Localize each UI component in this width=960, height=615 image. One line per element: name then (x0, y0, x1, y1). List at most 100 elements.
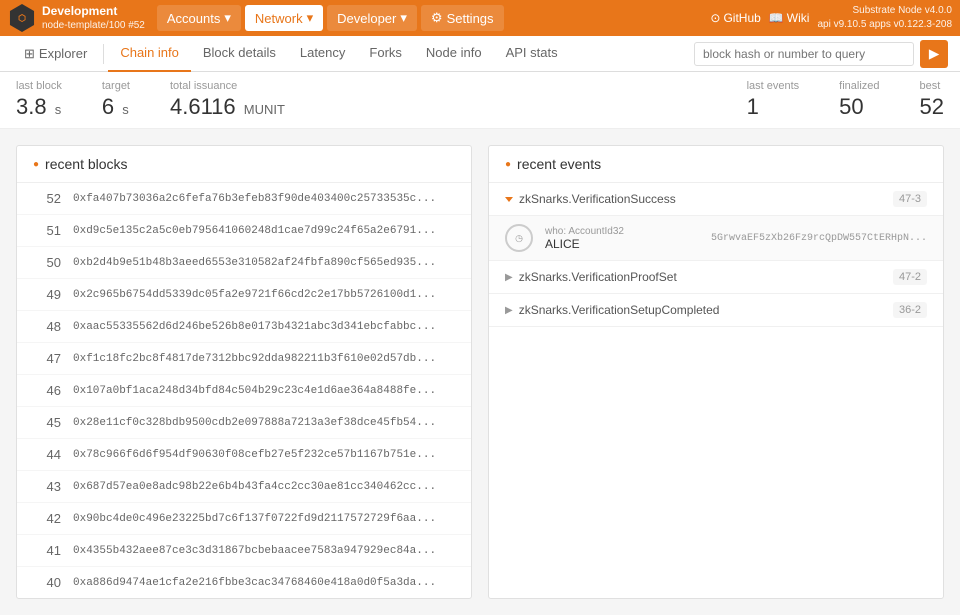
block-hash: 0xfa407b73036a2c6fefa76b3efeb83f90de4034… (73, 193, 436, 205)
tab-block-details[interactable]: Block details (191, 36, 288, 72)
table-row[interactable]: 45 0x28e11cf0c328bdb9500cdb2e097888a7213… (17, 407, 471, 439)
event-name: zkSnarks.VerificationSuccess (519, 192, 893, 206)
tab-node-info[interactable]: Node info (414, 36, 494, 72)
network-button[interactable]: Network ▾ (245, 5, 323, 31)
top-nav: ⬡ Development node-template/100 #52 Acco… (0, 0, 960, 36)
table-row[interactable]: 43 0x687d57ea0e8adc98b22e6b4b43fa4cc2cc3… (17, 471, 471, 503)
block-number: 51 (33, 223, 61, 238)
tab-forks[interactable]: Forks (357, 36, 414, 72)
table-row[interactable]: 51 0xd9c5e135c2a5c0eb795641060248d1cae7d… (17, 215, 471, 247)
settings-button[interactable]: ⚙ Settings (421, 5, 504, 31)
block-hash: 0x2c965b6754dd5339dc05fa2e9721f66cd2c2e1… (73, 289, 436, 301)
divider (103, 44, 104, 64)
gear-icon: ⚙ (431, 10, 443, 26)
blocks-panel-title: recent blocks (45, 156, 127, 172)
arrow-right-icon: ▶ (929, 46, 939, 62)
chevron-down-icon: ▾ (307, 10, 314, 26)
stat-target: target 6 s (102, 80, 130, 120)
table-row[interactable]: 49 0x2c965b6754dd5339dc05fa2e9721f66cd2c… (17, 279, 471, 311)
events-panel-title: recent events (517, 156, 601, 172)
stat-total-issuance: total issuance 4.6116 MUNIT (170, 80, 285, 120)
search-input[interactable] (694, 42, 914, 66)
event-name: zkSnarks.VerificationProofSet (519, 270, 893, 284)
event-address: 5GrwvaEF5zXb26Fz9rcQpDW557CtERHpN... (711, 233, 927, 244)
event-detail: ◷ who: AccountId32 ALICE 5GrwvaEF5zXb26F… (489, 215, 943, 260)
table-row[interactable]: 50 0xb2d4b9e51b48b3aeed6553e310582af24fb… (17, 247, 471, 279)
events-list: zkSnarks.VerificationSuccess47-3 ◷ who: … (489, 183, 943, 327)
stat-best: best 52 (920, 80, 944, 120)
table-row[interactable]: 44 0x78c966f6d6f954df90630f08cefb27e5f23… (17, 439, 471, 471)
stat-last-block: last block 3.8 s (16, 80, 62, 120)
table-row[interactable]: 48 0xaac55335562d6d246be526b8e0173b4321a… (17, 311, 471, 343)
block-number: 42 (33, 511, 61, 526)
block-number: 49 (33, 287, 61, 302)
events-panel: ● recent events zkSnarks.VerificationSuc… (488, 145, 944, 599)
tab-explorer[interactable]: ⊞ Explorer (12, 38, 99, 70)
tab-chain-info[interactable]: Chain info (108, 36, 191, 72)
wiki-link[interactable]: 📖 Wiki (769, 11, 810, 25)
list-item: zkSnarks.VerificationSuccess47-3 ◷ who: … (489, 183, 943, 261)
tab-api-stats[interactable]: API stats (494, 36, 570, 72)
block-number: 47 (33, 351, 61, 366)
block-number: 45 (33, 415, 61, 430)
search-button[interactable]: ▶ (920, 40, 948, 68)
block-number: 41 (33, 543, 61, 558)
block-number: 43 (33, 479, 61, 494)
node-label: node-template/100 #52 (42, 19, 145, 32)
stats-bar: last block 3.8 s target 6 s total issuan… (0, 72, 960, 129)
stats-right: last events 1 finalized 50 best 52 (747, 80, 944, 120)
github-link[interactable]: ⊙ GitHub (710, 11, 760, 25)
block-hash: 0xd9c5e135c2a5c0eb795641060248d1cae7d99c… (73, 225, 436, 237)
block-hash: 0xa886d9474ae1cfa2e216fbbe3cac34768460e4… (73, 577, 436, 589)
event-row[interactable]: zkSnarks.VerificationSuccess47-3 (489, 183, 943, 215)
event-name: zkSnarks.VerificationSetupCompleted (519, 303, 893, 317)
block-hash: 0x78c966f6d6f954df90630f08cefb27e5f232ce… (73, 449, 436, 461)
developer-button[interactable]: Developer ▾ (327, 5, 417, 31)
block-hash: 0x4355b432aee87ce3c3d31867bcbebaacee7583… (73, 545, 436, 557)
block-number: 48 (33, 319, 61, 334)
avatar: ◷ (505, 224, 533, 252)
event-alice-label: ALICE (545, 237, 699, 251)
search-area: ▶ (694, 40, 948, 68)
block-hash: 0x90bc4de0c496e23225bd7c6f137f0722fd9d21… (73, 513, 436, 525)
chevron-right-icon: ▶ (505, 305, 513, 316)
event-row[interactable]: ▶zkSnarks.VerificationProofSet47-2 (489, 261, 943, 293)
stat-finalized: finalized 50 (839, 80, 879, 120)
sub-nav: ⊞ Explorer Chain info Block details Late… (0, 36, 960, 72)
list-item: ▶zkSnarks.VerificationSetupCompleted36-2 (489, 294, 943, 327)
main-content: ● recent blocks 52 0xfa407b73036a2c6fefa… (0, 129, 960, 615)
version-info: Substrate Node v4.0.0 api v9.10.5 apps v… (817, 4, 952, 32)
grid-icon: ⊞ (24, 46, 35, 62)
table-row[interactable]: 52 0xfa407b73036a2c6fefa76b3efeb83f90de4… (17, 183, 471, 215)
block-number: 44 (33, 447, 61, 462)
chevron-right-icon: ▶ (505, 272, 513, 283)
accounts-button[interactable]: Accounts ▾ (157, 5, 241, 31)
block-number: 40 (33, 575, 61, 590)
table-row[interactable]: 47 0xf1c18fc2bc8f4817de7312bbc92dda98221… (17, 343, 471, 375)
status-dot: ● (33, 159, 39, 170)
block-hash: 0xaac55335562d6d246be526b8e0173b4321abc3… (73, 321, 436, 333)
stat-last-events: last events 1 (747, 80, 800, 120)
blocks-panel-header: ● recent blocks (17, 146, 471, 183)
table-row[interactable]: 46 0x107a0bf1aca248d34bfd84c504b29c23c4e… (17, 375, 471, 407)
chevron-down-icon (505, 197, 513, 202)
block-hash: 0x687d57ea0e8adc98b22e6b4b43fa4cc2cc30ae… (73, 481, 436, 493)
events-panel-header: ● recent events (489, 146, 943, 183)
block-number: 46 (33, 383, 61, 398)
table-row[interactable]: 42 0x90bc4de0c496e23225bd7c6f137f0722fd9… (17, 503, 471, 535)
block-hash: 0xf1c18fc2bc8f4817de7312bbc92dda982211b3… (73, 353, 436, 365)
blocks-panel: ● recent blocks 52 0xfa407b73036a2c6fefa… (16, 145, 472, 599)
wiki-icon: 📖 (769, 11, 784, 25)
block-hash: 0x28e11cf0c328bdb9500cdb2e097888a7213a3e… (73, 417, 436, 429)
event-who-label: who: AccountId32 (545, 226, 699, 237)
table-row[interactable]: 41 0x4355b432aee87ce3c3d31867bcbebaacee7… (17, 535, 471, 567)
tab-latency[interactable]: Latency (288, 36, 358, 72)
blocks-list: 52 0xfa407b73036a2c6fefa76b3efeb83f90de4… (17, 183, 471, 598)
event-row[interactable]: ▶zkSnarks.VerificationSetupCompleted36-2 (489, 294, 943, 326)
github-icon: ⊙ (710, 11, 720, 25)
event-badge: 47-3 (893, 191, 927, 207)
block-number: 52 (33, 191, 61, 206)
logo-area[interactable]: ⬡ Development node-template/100 #52 (8, 4, 145, 33)
table-row[interactable]: 40 0xa886d9474ae1cfa2e216fbbe3cac3476846… (17, 567, 471, 598)
logo-text: Development node-template/100 #52 (42, 4, 145, 33)
